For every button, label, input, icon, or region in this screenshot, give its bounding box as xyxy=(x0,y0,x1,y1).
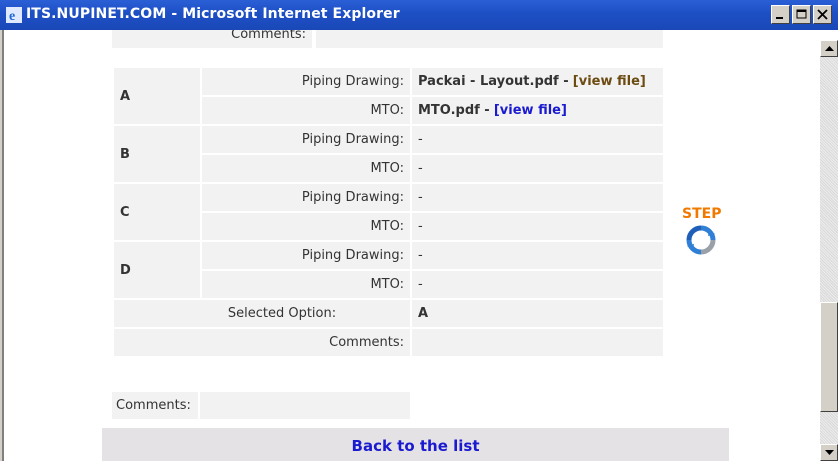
option-c-label: C xyxy=(114,184,200,240)
option-b-mto-value: - xyxy=(412,155,663,182)
option-c-piping-value: - xyxy=(412,184,663,211)
scrollbar-thumb[interactable] xyxy=(820,302,838,412)
svg-text:e: e xyxy=(9,9,15,23)
comments-outer-label: Comments: xyxy=(112,392,198,419)
comments-inner-label: Comments: xyxy=(114,329,410,356)
arrow-down-icon xyxy=(825,450,834,455)
back-bar: Back to the list xyxy=(102,428,729,461)
page-content: Comments: A Piping Drawing: Packai - Lay… xyxy=(0,30,820,461)
option-d-piping-label: Piping Drawing: xyxy=(202,242,410,269)
table-row: B Piping Drawing: - xyxy=(114,126,663,182)
option-a-mto-view-link[interactable]: [view file] xyxy=(494,103,567,118)
option-c-piping-label: Piping Drawing: xyxy=(202,184,410,211)
option-d-mto-label: MTO: xyxy=(202,271,410,298)
scroll-up-button[interactable] xyxy=(820,40,838,57)
selected-option-value: A xyxy=(412,300,663,327)
selected-option-label: Selected Option: xyxy=(114,300,410,327)
maximize-icon xyxy=(796,9,807,19)
options-table: A Piping Drawing: Packai - Layout.pdf - … xyxy=(112,66,665,358)
comments-outer-value xyxy=(200,392,410,419)
option-c-mto-value: - xyxy=(412,213,663,240)
minimize-icon xyxy=(776,17,783,19)
option-a-label: A xyxy=(114,68,200,124)
option-a-piping-filename: Packai - Layout.pdf - xyxy=(418,74,569,89)
option-a-mto-filename: MTO.pdf - xyxy=(418,103,490,118)
ie-icon: e xyxy=(6,7,22,23)
table-row: D Piping Drawing: - xyxy=(114,242,663,298)
option-c-mto-label: MTO: xyxy=(202,213,410,240)
table-row: Selected Option: A xyxy=(114,300,663,327)
option-a-mto-value-cell: MTO.pdf - [view file] xyxy=(412,97,663,124)
back-to-list-link[interactable]: Back to the list xyxy=(352,437,480,455)
option-d-piping-value: - xyxy=(412,242,663,269)
top-comments-value xyxy=(316,30,663,48)
step-logo: STEP xyxy=(680,206,722,260)
table-row: C Piping Drawing: - xyxy=(114,184,663,240)
option-a-piping-view-link[interactable]: [view file] xyxy=(573,74,646,89)
maximize-button[interactable] xyxy=(792,5,811,24)
scroll-down-button[interactable] xyxy=(820,444,838,461)
option-a-piping-label: Piping Drawing: xyxy=(202,68,410,95)
table-row: Comments: xyxy=(114,329,663,356)
vertical-scrollbar[interactable] xyxy=(820,40,838,461)
step-logo-text: STEP xyxy=(682,206,722,222)
option-b-piping-value: - xyxy=(412,126,663,153)
minimize-button[interactable] xyxy=(771,5,790,24)
option-a-mto-label: MTO: xyxy=(202,97,410,124)
top-comments-label: Comments: xyxy=(112,30,312,48)
table-row: A Piping Drawing: Packai - Layout.pdf - … xyxy=(114,68,663,124)
comments-inner-value xyxy=(412,329,663,356)
window-titlebar[interactable]: e ITS.NUPINET.COM - Microsoft Internet E… xyxy=(0,0,838,30)
close-icon xyxy=(817,9,828,20)
arrow-up-icon xyxy=(825,46,834,51)
window-controls xyxy=(771,5,832,24)
option-b-mto-label: MTO: xyxy=(202,155,410,182)
option-b-piping-label: Piping Drawing: xyxy=(202,126,410,153)
option-a-piping-value-cell: Packai - Layout.pdf - [view file] xyxy=(412,68,663,95)
top-comments-row: Comments: xyxy=(112,30,663,50)
close-button[interactable] xyxy=(813,5,832,24)
window-title: ITS.NUPINET.COM - Microsoft Internet Exp… xyxy=(26,6,400,22)
option-d-mto-value: - xyxy=(412,271,663,298)
option-b-label: B xyxy=(114,126,200,182)
option-d-label: D xyxy=(114,242,200,298)
circular-arrows-icon xyxy=(686,225,716,255)
